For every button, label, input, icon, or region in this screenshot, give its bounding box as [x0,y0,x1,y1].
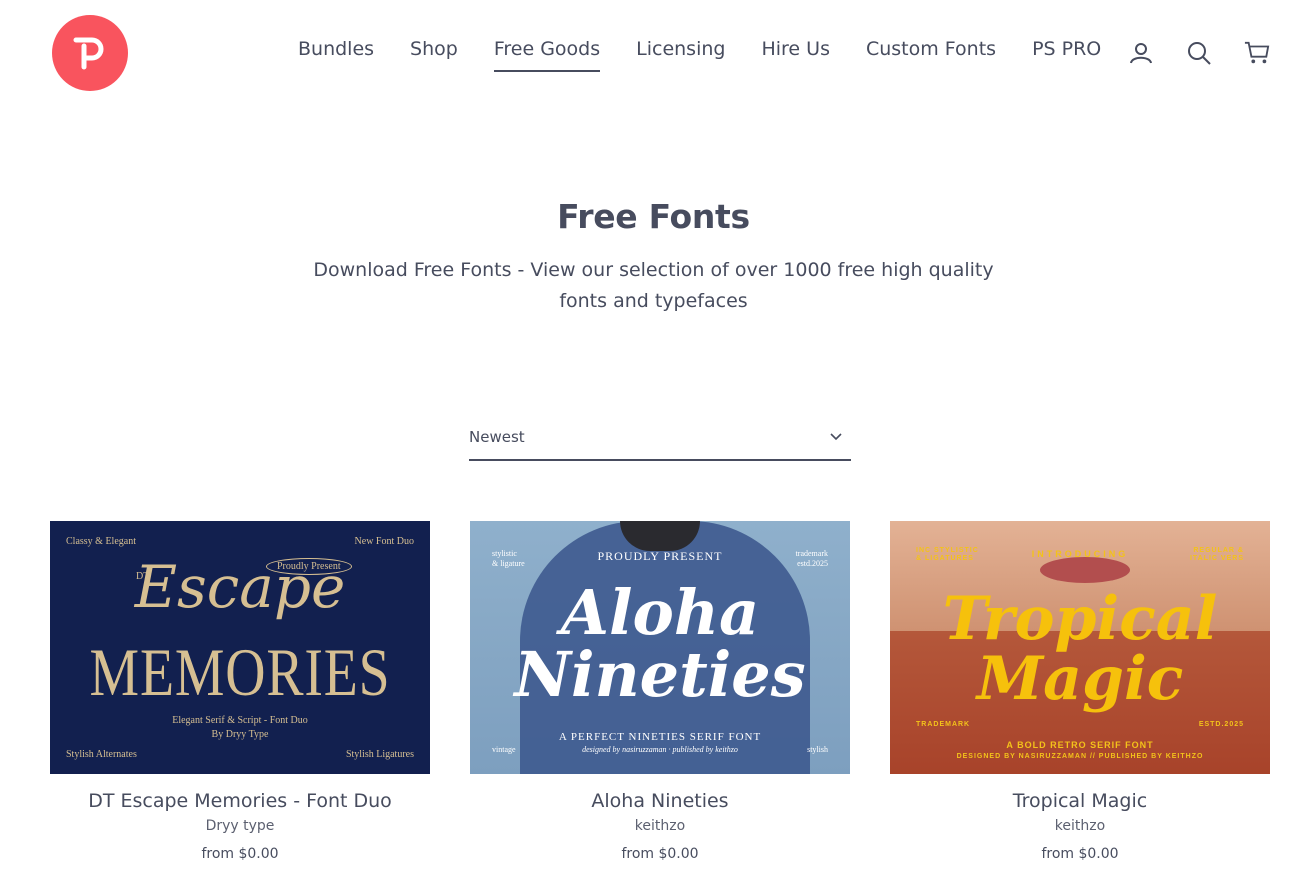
product-title[interactable]: DT Escape Memories - Font Duo [50,788,430,814]
image-text: designed by nasiruzzaman · published by … [582,745,738,754]
product-card[interactable]: stylistic & ligature PROUDLY PRESENT tra… [470,521,850,864]
nav-free-goods[interactable]: Free Goods [493,36,601,72]
image-text: A BOLD RETRO SERIF FONT [1006,740,1154,750]
image-headline: Magic [976,644,1184,714]
product-card[interactable]: INC STYLISTIC & LIGATURES INTRODUCING RE… [890,521,1270,864]
image-headline: MEMORIES [89,634,391,710]
product-image[interactable]: INC STYLISTIC & LIGATURES INTRODUCING RE… [890,521,1270,774]
account-icon[interactable] [1128,40,1154,66]
image-headline-script: Escape [134,553,346,621]
image-headline: Tropical [942,584,1218,654]
product-card[interactable]: Classy & Elegant New Font Duo DT Proudly… [50,521,430,864]
image-text: PROUDLY PRESENT [597,549,723,563]
image-text: DESIGNED BY NASIRUZZAMAN // PUBLISHED BY… [956,753,1204,760]
product-price: from $0.00 [621,846,699,862]
product-vendor: keithzo [634,818,686,834]
image-headline: Aloha [560,576,760,649]
brand-p-icon [73,37,104,70]
sort-selected-value: Newest [469,428,525,446]
image-text: Stylish Alternates [66,749,137,760]
image-text: ESTD.2025 [1198,721,1244,728]
image-lips-shape [1040,557,1130,583]
image-text: Stylish Ligatures [345,749,414,760]
search-icon[interactable] [1186,40,1212,66]
header-icons [1128,40,1270,66]
product-vendor: keithzo [1054,818,1106,834]
page-title: Free Fonts [557,197,750,236]
image-text: trademark [795,549,828,558]
image-text: By Dryy Type [211,729,269,740]
product-image[interactable]: Classy & Elegant New Font Duo DT Proudly… [50,521,430,774]
sort-select[interactable]: Newest [469,422,851,461]
image-text: REGULAR & [1193,547,1244,554]
product-title[interactable]: Tropical Magic [890,788,1270,814]
image-text: stylish [807,745,828,754]
nav-hire-us[interactable]: Hire Us [761,36,830,72]
site-header: Bundles Shop Free Goods Licensing Hire U… [0,0,1307,108]
image-text: A PERFECT NINETIES SERIF FONT [558,731,762,743]
brand-logo[interactable] [52,15,128,91]
image-headline: Nineties [514,638,806,711]
product-title[interactable]: Aloha Nineties [470,788,850,814]
product-price: from $0.00 [1041,846,1119,862]
product-price: from $0.00 [201,846,279,862]
collection-hero: Free Fonts Download Free Fonts - View ou… [0,195,1307,317]
nav-custom-fonts[interactable]: Custom Fonts [866,36,996,72]
image-text: TRADEMARK [916,721,971,728]
product-image[interactable]: stylistic & ligature PROUDLY PRESENT tra… [470,521,850,774]
image-text: Classy & Elegant [66,536,136,547]
image-text: vintage [492,745,516,754]
nav-shop[interactable]: Shop [410,36,458,72]
chevron-down-icon [830,433,842,441]
page-description: Download Free Fonts - View our selection… [313,259,994,312]
image-text: Elegant Serif & Script - Font Duo [172,715,308,726]
image-text: New Font Duo [354,536,414,547]
main-nav: Bundles Shop Free Goods Licensing Hire U… [298,36,1101,72]
nav-licensing[interactable]: Licensing [636,36,725,72]
image-text: estd.2025 [797,559,828,568]
nav-ps-pro[interactable]: PS PRO [1032,36,1101,72]
nav-bundles[interactable]: Bundles [298,36,374,72]
product-vendor: Dryy type [205,818,275,834]
cart-icon[interactable] [1244,40,1270,66]
image-text: ITALIC VERS [1189,555,1244,562]
